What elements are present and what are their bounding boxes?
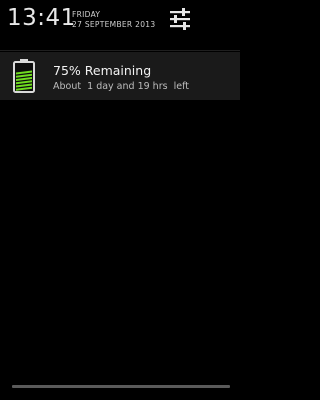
panel-drag-handle[interactable] (12, 385, 230, 388)
sliders-icon (170, 8, 190, 30)
quick-header: 13:41 FRIDAY 27 SEPTEMBER 2013 (0, 0, 240, 40)
settings-button[interactable] (166, 6, 194, 32)
notification-icon (10, 58, 38, 94)
battery-notification[interactable]: 75% Remaining About 1 day and 19 hrs lef… (0, 52, 240, 100)
notification-text: About 1 day and 19 hrs left (53, 81, 189, 92)
battery-icon (13, 59, 35, 93)
notification-title: 75% Remaining (53, 63, 152, 78)
header-divider (0, 50, 240, 51)
clock: 13:41 (7, 5, 76, 31)
day-of-week: FRIDAY (72, 10, 101, 19)
date: 27 SEPTEMBER 2013 (72, 20, 156, 29)
